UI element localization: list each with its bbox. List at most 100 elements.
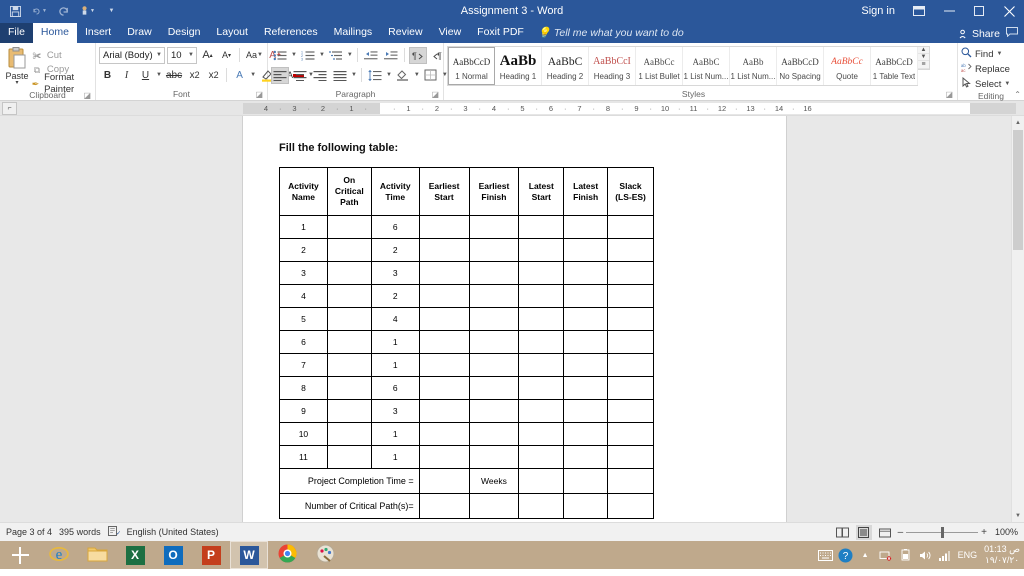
print-layout-icon[interactable] [856,525,872,540]
activity-name-cell[interactable]: 10 [280,423,328,446]
change-case-button[interactable]: Aa▼ [244,47,265,64]
table-cell[interactable] [469,216,519,239]
summary-value-cell[interactable] [419,494,469,519]
taskbar-app-word[interactable]: W [230,541,268,569]
activity-time-cell[interactable]: 2 [371,239,419,262]
table-cell[interactable] [608,469,654,494]
zoom-slider[interactable]: – + [898,527,987,538]
table-cell[interactable] [608,262,654,285]
underline-dropdown-arrow[interactable]: ▼ [156,72,162,78]
table-cell[interactable] [564,377,608,400]
activity-name-cell[interactable]: 5 [280,308,328,331]
table-cell[interactable] [419,262,469,285]
table-row[interactable]: 86 [280,377,654,400]
activity-time-cell[interactable]: 1 [371,331,419,354]
document-page[interactable]: Fill the following table: ActivityNameOn… [243,116,786,522]
table-cell[interactable] [327,400,371,423]
table-row[interactable]: 71 [280,354,654,377]
activity-name-cell[interactable]: 4 [280,285,328,308]
style-1-normal[interactable]: AaBbCcD1 Normal [448,47,495,85]
network-icon[interactable] [878,547,893,563]
tab-design[interactable]: Design [160,23,209,43]
table-cell[interactable] [564,216,608,239]
table-cell[interactable] [519,446,564,469]
redo-icon[interactable] [56,4,71,19]
taskbar-app-chrome[interactable] [268,541,306,569]
shading-dropdown-arrow[interactable]: ▼ [414,72,420,78]
table-row[interactable]: 61 [280,331,654,354]
table-cell[interactable] [327,239,371,262]
table-cell[interactable] [519,285,564,308]
table-cell[interactable] [564,285,608,308]
table-row[interactable]: 10 1 [280,423,654,446]
tab-draw[interactable]: Draw [119,23,160,43]
table-cell[interactable] [564,494,608,519]
line-spacing-icon[interactable] [366,67,384,84]
activity-name-cell[interactable]: 1 [280,216,328,239]
table-cell[interactable] [564,400,608,423]
table-cell[interactable] [469,262,519,285]
help-icon[interactable]: ? [838,547,853,563]
style-1-list-num[interactable]: AaBb1 List Num... [730,47,777,85]
table-cell[interactable] [419,446,469,469]
styles-scroll-up-icon[interactable]: ▲ [918,47,929,54]
table-cell[interactable] [608,423,654,446]
activity-time-cell[interactable]: 3 [371,400,419,423]
table-cell[interactable] [519,308,564,331]
activity-name-cell[interactable]: 6 [280,331,328,354]
zoom-thumb[interactable] [941,527,944,538]
table-cell[interactable] [519,400,564,423]
taskbar-app-file-explorer[interactable] [78,541,116,569]
table-cell[interactable] [327,331,371,354]
table-cell[interactable] [608,331,654,354]
bullets-icon[interactable] [271,47,289,64]
style-quote[interactable]: AaBbCcQuote [824,47,871,85]
table-cell[interactable] [327,216,371,239]
table-cell[interactable] [519,494,564,519]
table-cell[interactable] [419,216,469,239]
table-row[interactable]: 22 [280,239,654,262]
table-cell[interactable] [327,354,371,377]
windows-start-icon[interactable] [0,541,40,569]
paste-dropdown-arrow[interactable]: ▾ [15,81,18,86]
table-cell[interactable] [469,239,519,262]
multilevel-list-icon[interactable] [327,47,345,64]
style-heading-2[interactable]: AaBbCHeading 2 [542,47,589,85]
tab-foxit-pdf[interactable]: Foxit PDF [469,23,532,43]
table-cell[interactable] [608,308,654,331]
table-cell[interactable] [469,446,519,469]
tab-references[interactable]: References [256,23,326,43]
style-1-table-text[interactable]: AaBbCcD1 Table Text [871,47,918,85]
activity-name-cell[interactable]: 9 [280,400,328,423]
table-cell[interactable] [564,446,608,469]
text-effects-icon[interactable]: A [231,67,248,84]
activity-name-cell[interactable]: 7 [280,354,328,377]
table-cell[interactable] [564,239,608,262]
table-cell[interactable] [608,400,654,423]
table-cell[interactable] [327,446,371,469]
save-icon[interactable] [8,4,23,19]
multilevel-dropdown-arrow[interactable]: ▼ [347,52,353,58]
numbering-dropdown-arrow[interactable]: ▼ [319,52,325,58]
borders-icon[interactable] [422,67,440,84]
activity-time-cell[interactable]: 1 [371,423,419,446]
table-cell[interactable] [419,354,469,377]
styles-dialog-launcher[interactable]: ◪ [945,89,953,100]
italic-button[interactable]: I [118,67,135,84]
zoom-in-button[interactable]: + [981,527,987,538]
language-indicator-tray[interactable]: ENG [958,550,978,560]
bullets-dropdown-arrow[interactable]: ▼ [291,52,297,58]
select-button[interactable]: Select ▼ [961,77,1010,91]
styles-gallery[interactable]: AaBbCcD1 NormalAaBbHeading 1AaBbCHeading… [447,46,918,86]
table-summary-row[interactable]: Number of Critical Path(s)= [280,494,654,519]
style-no-spacing[interactable]: AaBbCcDNo Spacing [777,47,824,85]
shading-icon[interactable] [394,67,412,84]
table-cell[interactable] [564,469,608,494]
share-button[interactable]: Share [959,28,1000,40]
tab-view[interactable]: View [431,23,470,43]
table-cell[interactable] [419,400,469,423]
table-cell[interactable] [469,354,519,377]
justify-dropdown-arrow[interactable]: ▼ [351,72,357,78]
table-cell[interactable] [564,354,608,377]
table-cell[interactable] [564,331,608,354]
